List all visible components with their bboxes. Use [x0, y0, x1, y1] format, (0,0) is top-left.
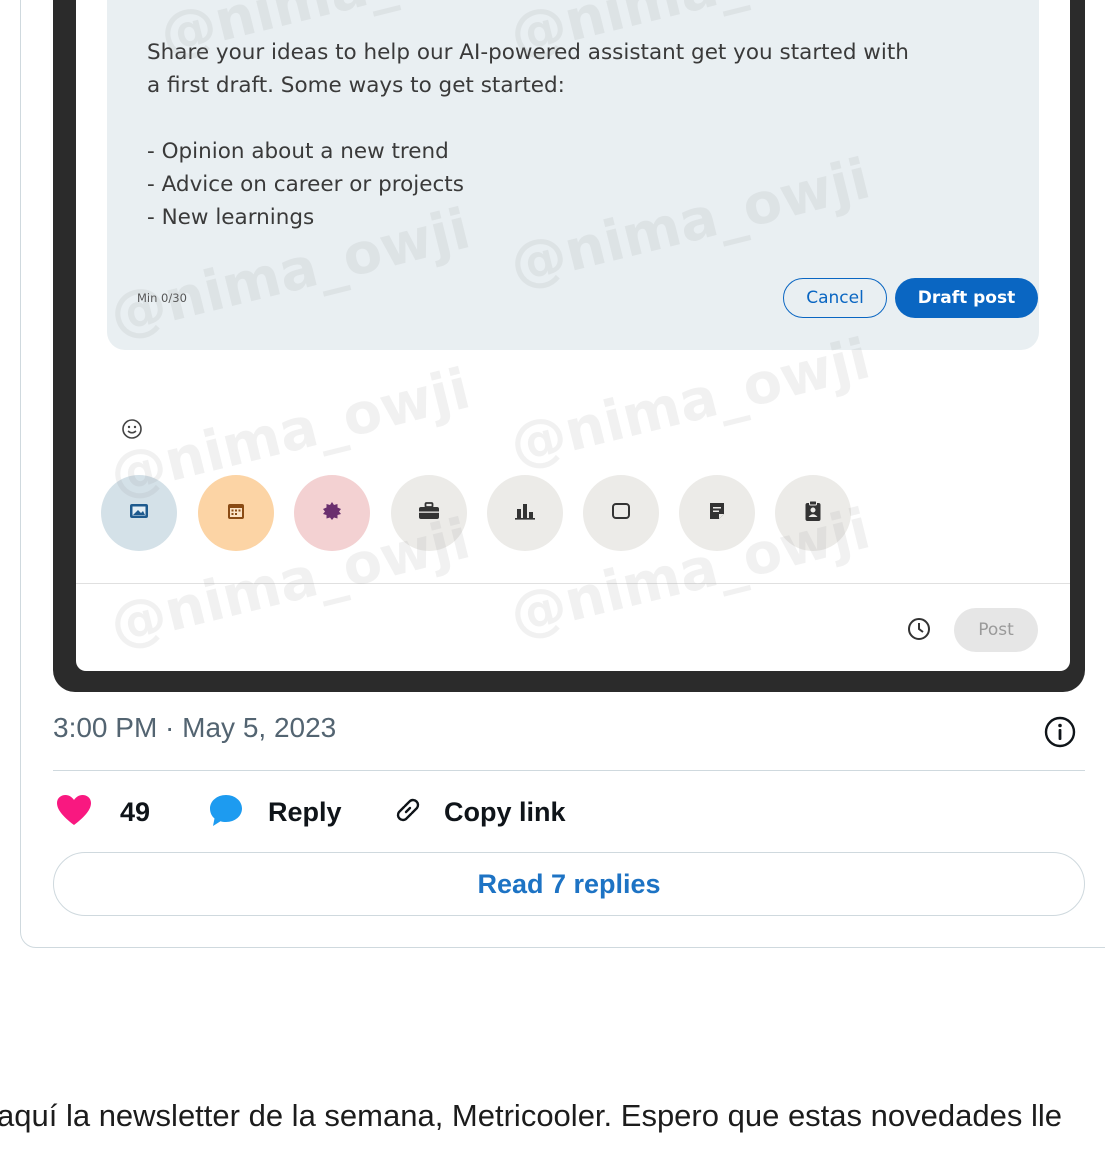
like-count: 49 [120, 796, 151, 827]
post-button[interactable]: Post [954, 608, 1038, 652]
composer-footer-divider [76, 583, 1070, 584]
celebrate-icon [322, 501, 342, 526]
hiring-button[interactable] [775, 475, 851, 551]
article-paragraph: aquí la newsletter de la semana, Metrico… [0, 1098, 1062, 1133]
ai-prompt-text: Share your ideas to help our AI-powered … [147, 40, 909, 230]
calendar-icon [226, 501, 246, 526]
create-poll-button[interactable] [487, 475, 563, 551]
draft-post-button[interactable]: Draft post [895, 278, 1038, 318]
reply-button[interactable]: Reply [208, 790, 342, 834]
read-replies-button[interactable]: Read 7 replies [53, 852, 1085, 916]
min-character-count: Min 0/30 [137, 291, 187, 305]
cancel-button[interactable]: Cancel [783, 278, 887, 318]
copy-link-button[interactable]: Copy link [390, 790, 566, 834]
image-icon [129, 502, 149, 525]
chart-icon [514, 502, 536, 525]
briefcase-icon [418, 501, 440, 525]
add-document-button[interactable] [679, 475, 755, 551]
schedule-clock-icon[interactable] [906, 616, 932, 642]
tweet-timestamp[interactable]: 3:00 PM · May 5, 2023 [53, 712, 336, 744]
reply-label: Reply [268, 796, 342, 827]
celebrate-occasion-button[interactable] [294, 475, 370, 551]
add-media-button[interactable] [101, 475, 177, 551]
clipboard-icon [804, 500, 822, 527]
find-expert-button[interactable] [391, 475, 467, 551]
tweet-meta-divider [53, 770, 1085, 771]
link-icon [390, 792, 426, 833]
like-button[interactable]: 49 [56, 790, 150, 834]
composer-toolbar [101, 475, 861, 551]
emoji-icon[interactable] [120, 417, 144, 441]
info-icon[interactable] [1042, 714, 1078, 750]
tweet-actions: 49 Reply Copy link [56, 790, 756, 834]
create-event-button[interactable] [198, 475, 274, 551]
template-icon [611, 502, 631, 525]
document-icon [708, 501, 726, 526]
ai-draft-prompt-panel: Share your ideas to help our AI-powered … [107, 0, 1039, 350]
copy-link-label: Copy link [444, 796, 566, 827]
linkedin-composer-screenshot: Share your ideas to help our AI-powered … [76, 0, 1070, 671]
add-template-button[interactable] [583, 475, 659, 551]
heart-icon [56, 794, 92, 831]
reply-bubble-icon [208, 793, 244, 832]
